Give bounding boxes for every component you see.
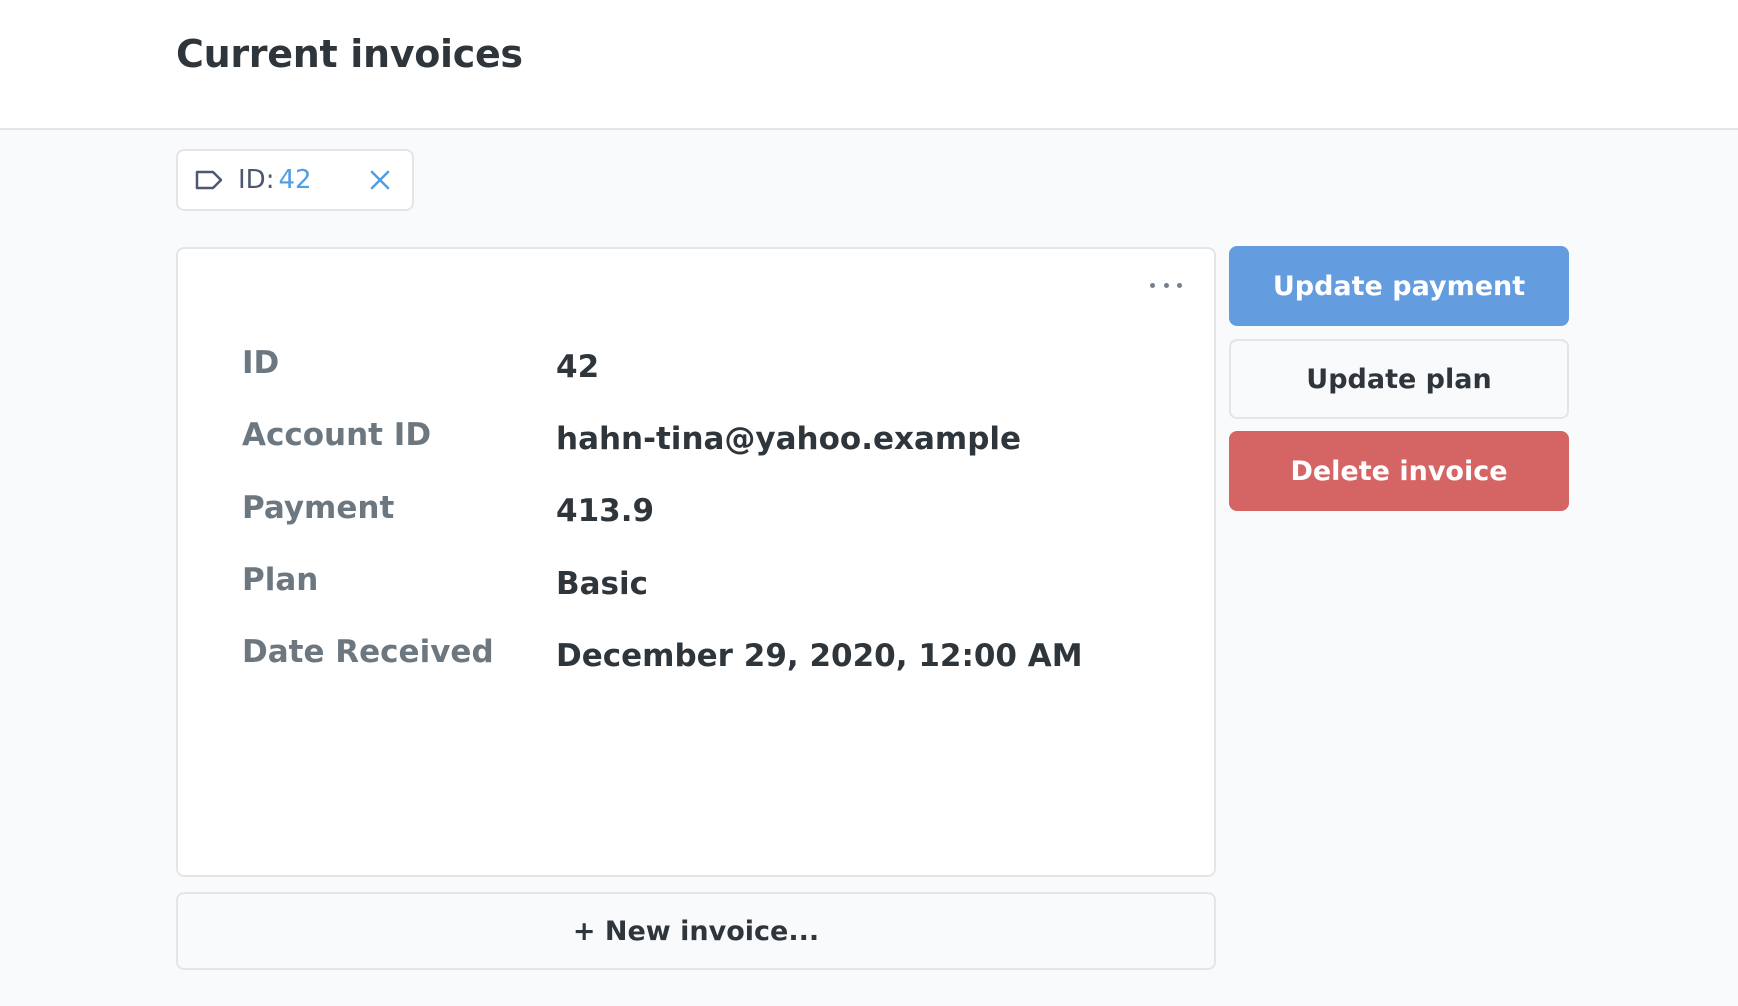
more-horizontal-icon[interactable]: [1150, 279, 1182, 291]
update-plan-button[interactable]: Update plan: [1229, 339, 1569, 419]
delete-invoice-button[interactable]: Delete invoice: [1229, 431, 1569, 511]
field-label-id: ID: [242, 345, 280, 381]
field-label-payment: Payment: [242, 490, 395, 526]
invoice-detail-card: ID 42 Account ID hahn-tina@yahoo.example…: [176, 247, 1216, 877]
field-label-date-received: Date Received: [242, 634, 494, 670]
update-payment-button[interactable]: Update payment: [1229, 246, 1569, 326]
field-value-id: 42: [556, 349, 600, 385]
field-value-payment: 413.9: [556, 493, 655, 529]
field-label-account-id: Account ID: [242, 417, 432, 453]
new-invoice-button[interactable]: + New invoice...: [176, 892, 1216, 970]
id-filter-chip[interactable]: ID: 42: [176, 149, 414, 211]
tag-icon: [195, 170, 223, 190]
page: Current invoices ID: 42 ID 42 Account ID…: [0, 0, 1738, 1006]
page-header: Current invoices: [0, 0, 1738, 130]
page-title: Current invoices: [176, 32, 523, 76]
filter-label: ID:: [238, 165, 275, 195]
field-value-plan: Basic: [556, 566, 649, 602]
field-value-date-received: December 29, 2020, 12:00 AM: [556, 638, 1083, 674]
field-value-account-id: hahn-tina@yahoo.example: [556, 421, 1022, 457]
filter-value: 42: [278, 165, 312, 195]
field-label-plan: Plan: [242, 562, 319, 598]
close-icon[interactable]: [368, 168, 392, 192]
